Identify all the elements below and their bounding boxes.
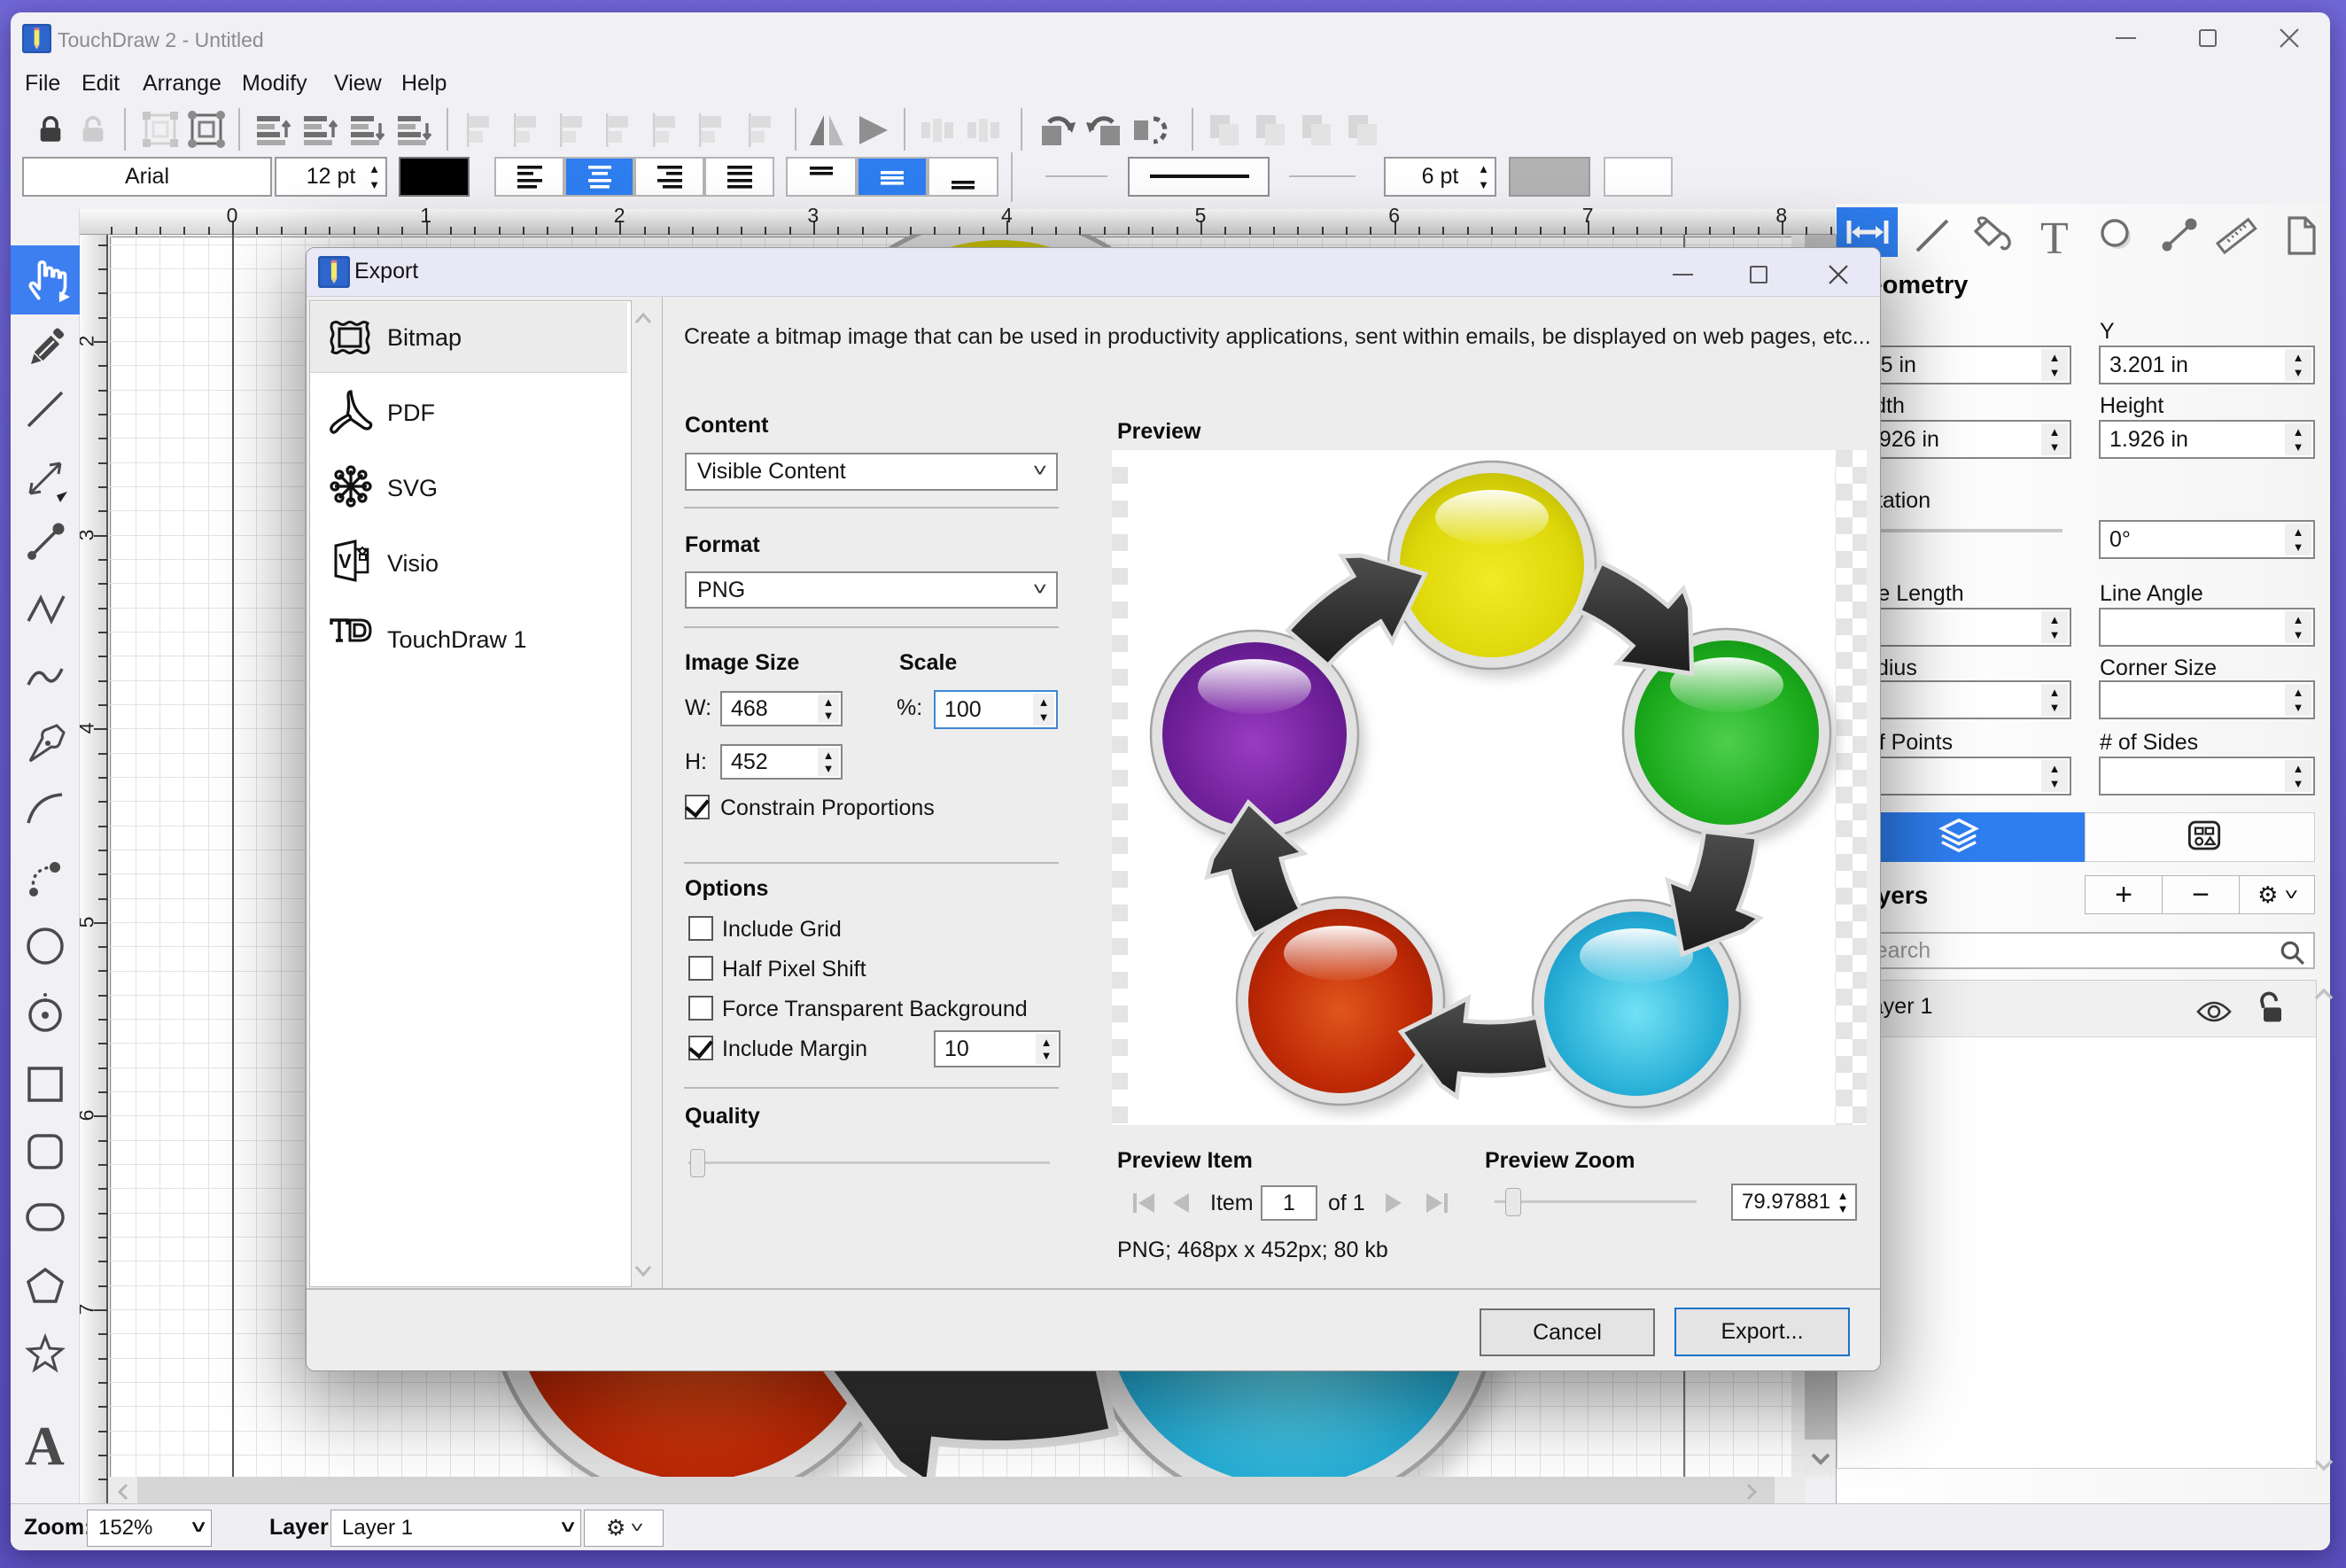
svg-text:V: V bbox=[338, 550, 352, 572]
